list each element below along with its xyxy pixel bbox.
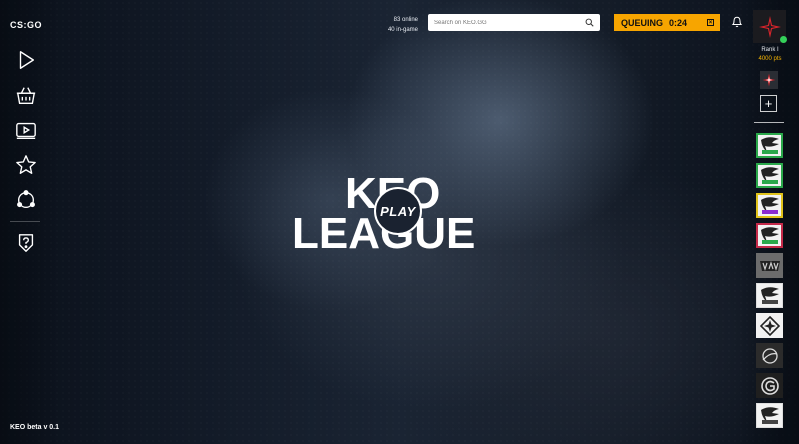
notification-bell-icon[interactable] <box>731 15 743 28</box>
play-label: PLAY <box>380 203 416 219</box>
team-compass[interactable] <box>756 313 783 338</box>
g-circle-logo-icon <box>760 376 779 395</box>
in-game-count: 40 in-game <box>387 27 418 33</box>
user-rank: Rank I <box>761 47 779 53</box>
team-virtus-pro-green-2[interactable] <box>756 163 783 188</box>
teams-divider <box>754 122 784 123</box>
compass-logo-icon <box>759 315 780 336</box>
shop-basket-icon <box>16 87 36 104</box>
server-status: 83 online 40 in-game <box>385 15 418 35</box>
play-button[interactable]: PLAY <box>374 187 422 235</box>
virtus-pro-logo-icon <box>760 196 779 214</box>
version-label: KEO beta v 0.1 <box>10 424 60 431</box>
team-virtus-pro-white[interactable] <box>756 283 783 308</box>
team-virtus-pro-red[interactable] <box>756 223 783 248</box>
virtus-pro-logo-icon <box>760 406 779 424</box>
nav-shop[interactable] <box>14 83 38 107</box>
add-team-button[interactable]: + <box>760 95 777 112</box>
user-points: 4000 pts <box>758 56 782 62</box>
virtus-pro-logo-icon <box>760 136 779 154</box>
team-badge-astralis[interactable] <box>760 71 778 89</box>
share-network-icon <box>17 190 35 209</box>
nav-help[interactable] <box>14 231 38 255</box>
nav-community[interactable] <box>14 188 38 212</box>
sidebar-divider <box>10 221 40 222</box>
astralis-star-icon <box>762 73 776 87</box>
astralis-star-icon <box>758 15 781 38</box>
keo-league-logo: KEO LEAGUE PLAY <box>290 172 512 256</box>
queue-label: QUEUING <box>621 17 664 28</box>
help-shield-icon <box>18 234 34 252</box>
team-navi[interactable] <box>756 253 783 278</box>
queue-status-button[interactable]: QUEUING 0:24 × <box>614 14 720 31</box>
search-bar[interactable] <box>428 14 600 31</box>
cancel-queue-icon[interactable]: × <box>707 19 714 26</box>
team-swoosh[interactable] <box>756 343 783 368</box>
nav-play[interactable] <box>14 48 38 72</box>
nav-favorites[interactable] <box>14 153 38 177</box>
virtus-pro-logo-icon <box>760 166 779 184</box>
play-icon <box>19 51 35 69</box>
swoosh-logo-icon <box>761 347 778 364</box>
team-virtus-pro-yellow[interactable] <box>756 193 783 218</box>
csgo-logo[interactable]: CS:GO <box>10 20 42 30</box>
online-status-dot <box>780 36 787 43</box>
search-icon[interactable] <box>585 18 594 27</box>
navi-logo-icon <box>759 260 780 271</box>
nav-videos[interactable] <box>14 118 38 142</box>
team-virtus-pro-white-2[interactable] <box>756 403 783 428</box>
search-input[interactable] <box>434 19 574 26</box>
virtus-pro-logo-icon <box>760 286 779 304</box>
star-icon <box>16 155 36 174</box>
online-count: 83 online <box>393 17 418 23</box>
team-g[interactable] <box>756 373 783 398</box>
team-virtus-pro-green-1[interactable] <box>756 133 783 158</box>
video-icon <box>16 122 36 139</box>
queue-timer: 0:24 <box>669 17 688 28</box>
virtus-pro-logo-icon <box>760 226 779 244</box>
